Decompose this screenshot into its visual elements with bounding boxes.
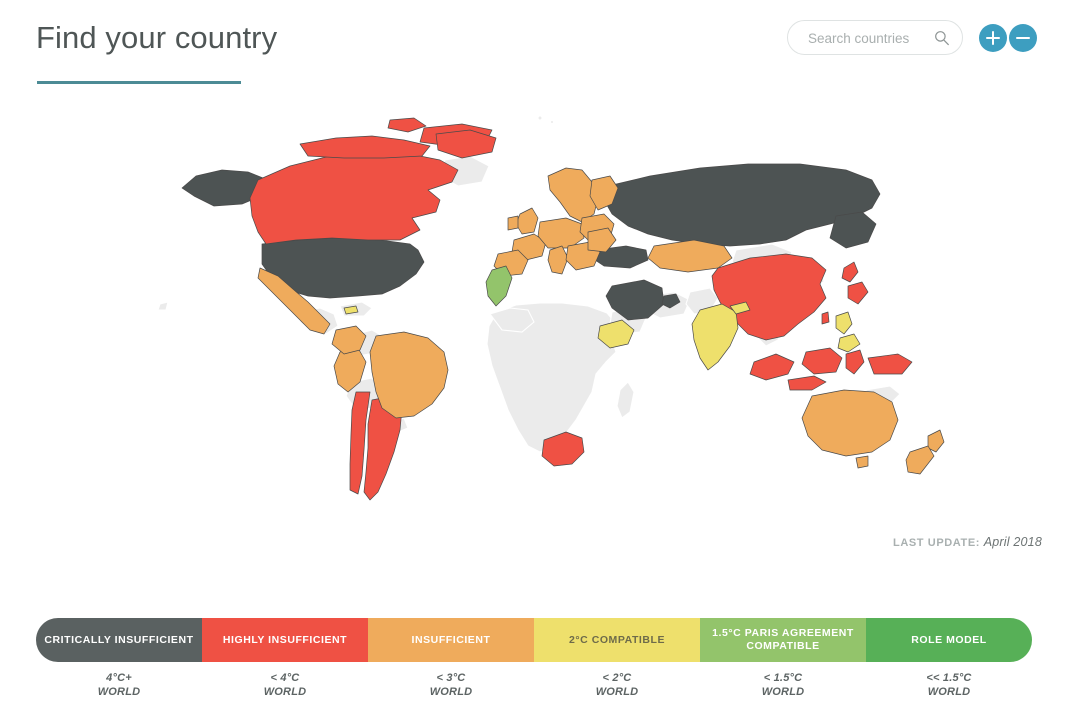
legend-item-highly-insufficient[interactable]: HIGHLY INSUFFICIENT bbox=[202, 618, 368, 662]
legend-item-paris-agreement-compatible[interactable]: 1.5°C PARIS AGREEMENT COMPATIBLE bbox=[700, 618, 866, 662]
legend-label: 1.5°C PARIS AGREEMENT COMPATIBLE bbox=[712, 627, 854, 652]
legend-caption-critically-insufficient: 4°C+ WORLD bbox=[36, 671, 202, 699]
search-box[interactable] bbox=[787, 20, 963, 56]
last-update-value: April 2018 bbox=[983, 535, 1042, 549]
page-header: Find your country bbox=[0, 0, 1067, 100]
map-paris-agreement-compatible[interactable] bbox=[485, 265, 513, 307]
legend-caption-temp: < 3°C bbox=[436, 672, 466, 684]
page-title: Find your country bbox=[36, 20, 278, 55]
legend-label: 2°C COMPATIBLE bbox=[568, 633, 666, 646]
legend-caption-temp: 4°C+ bbox=[106, 672, 132, 684]
world-map-area[interactable]: .cty { stroke: #4a4a4a; stroke-width: 0.… bbox=[0, 100, 1067, 600]
legend-label: INSUFFICIENT bbox=[411, 633, 491, 646]
legend-label: CRITICALLY INSUFFICIENT bbox=[44, 633, 194, 646]
legend-caption-temp: << 1.5°C bbox=[926, 672, 972, 684]
last-update: LAST UPDATE: April 2018 bbox=[893, 535, 1042, 549]
legend-captions: 4°C+ WORLD < 4°C WORLD < 3°C WORLD < 2°C… bbox=[36, 671, 1032, 699]
legend-caption-world: WORLD bbox=[429, 686, 473, 698]
legend-caption-insufficient: < 3°C WORLD bbox=[368, 671, 534, 699]
legend-label: ROLE MODEL bbox=[911, 633, 987, 646]
search-icon[interactable] bbox=[934, 30, 950, 46]
world-map[interactable]: .cty { stroke: #4a4a4a; stroke-width: 0.… bbox=[0, 100, 1067, 570]
minus-icon bbox=[1016, 37, 1030, 39]
legend-item-2c-compatible[interactable]: 2°C COMPATIBLE bbox=[534, 618, 700, 662]
plus-icon-vertical bbox=[992, 31, 994, 45]
legend: CRITICALLY INSUFFICIENT HIGHLY INSUFFICI… bbox=[36, 618, 1032, 698]
zoom-in-button[interactable] bbox=[979, 24, 1007, 52]
legend-item-role-model[interactable]: ROLE MODEL bbox=[866, 618, 1032, 662]
legend-caption-temp: < 4°C bbox=[270, 672, 300, 684]
search-input[interactable] bbox=[806, 21, 932, 56]
legend-label: HIGHLY INSUFFICIENT bbox=[222, 633, 348, 646]
legend-caption-world: WORLD bbox=[927, 686, 971, 698]
legend-caption-paris-agreement-compatible: < 1.5°C WORLD bbox=[700, 671, 866, 699]
legend-caption-world: WORLD bbox=[97, 686, 141, 698]
legend-caption-highly-insufficient: < 4°C WORLD bbox=[202, 671, 368, 699]
title-underline bbox=[37, 81, 241, 84]
legend-item-insufficient[interactable]: INSUFFICIENT bbox=[368, 618, 534, 662]
legend-caption-world: WORLD bbox=[595, 686, 639, 698]
legend-caption-world: WORLD bbox=[761, 686, 805, 698]
legend-caption-temp: < 1.5°C bbox=[763, 672, 803, 684]
zoom-out-button[interactable] bbox=[1009, 24, 1037, 52]
legend-bar: CRITICALLY INSUFFICIENT HIGHLY INSUFFICI… bbox=[36, 618, 1032, 662]
legend-caption-temp: < 2°C bbox=[602, 672, 632, 684]
last-update-label: LAST UPDATE: bbox=[893, 537, 981, 549]
legend-item-critically-insufficient[interactable]: CRITICALLY INSUFFICIENT bbox=[36, 618, 202, 662]
legend-caption-world: WORLD bbox=[263, 686, 307, 698]
legend-caption-2c-compatible: < 2°C WORLD bbox=[534, 671, 700, 699]
legend-caption-role-model: << 1.5°C WORLD bbox=[866, 671, 1032, 699]
